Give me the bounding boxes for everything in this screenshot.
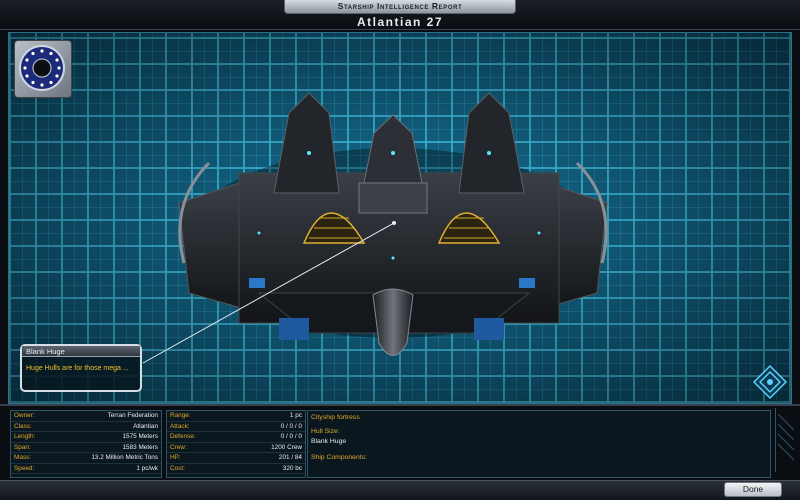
report-header: Starship Intelligence Report Atlantian 2… [0,0,800,30]
panel-corner-decoration [775,408,795,472]
stats-left-column: Owner: Terran Federation Class: Atlantian … [10,410,162,478]
rotate-view-button[interactable] [752,364,788,400]
stat-label: Crew: [170,443,187,451]
hull-size-value: Blank Huge [311,438,347,445]
stat-row: Defense: 0 / 0 / 0 [167,432,305,443]
stat-row: Owner: Terran Federation [11,411,161,422]
stat-row: Mass: 13.2 Million Metric Tons [11,453,161,464]
stat-row: Attack: 0 / 0 / 0 [167,422,305,432]
stat-row: Cost: 320 bc [167,464,305,474]
stat-label: Cost: [170,464,185,472]
stat-row: Crew: 1200 Crew [167,443,305,453]
ship-name: Atlantian 27 [356,15,443,29]
ship-info-panel: Owner: Terran Federation Class: Atlantian … [0,404,800,480]
done-button[interactable]: Done [724,482,782,497]
stat-value: 1575 Meters [122,433,158,440]
hull-size-label: Hull Size: [311,428,340,435]
stat-value: 13.2 Million Metric Tons [91,454,158,461]
ship-description: Cityship fortress Hull Size: Blank Huge … [307,410,771,478]
federation-emblem-icon [19,45,65,91]
stat-value: 0 / 0 / 0 [280,433,302,440]
stat-value: 1583 Meters [122,443,158,451]
stats-right-column: Range: 1 pc Attack: 0 / 0 / 0 Defense: 0 / … [166,410,306,478]
footer-bar [0,480,800,500]
ship-type: Cityship fortress [311,414,360,421]
stat-value: 1 pc/wk [136,464,158,472]
stat-value: Atlantian [133,422,158,430]
stat-label: Range: [170,412,191,419]
ship-components-label: Ship Components: [311,454,367,461]
stat-value: Terran Federation [107,412,158,419]
tooltip-text: Huge Hulls are for those mega ... [26,365,129,372]
stat-value: 320 bc [282,464,302,472]
stat-label: HP: [170,454,181,461]
stat-row: HP: 201 / 84 [167,453,305,464]
stat-label: Speed: [14,464,35,472]
stat-label: Length: [14,433,36,440]
corner-lines-icon [777,413,795,461]
report-title: Starship Intelligence Report [284,0,516,14]
stat-label: Defense: [170,433,196,440]
stat-value: 0 / 0 / 0 [280,422,302,430]
stat-value: 1 pc [289,412,302,419]
tooltip-title: Blank Huge [22,346,140,357]
stat-label: Class: [14,422,32,430]
stat-row: Length: 1575 Meters [11,432,161,443]
stat-row: Range: 1 pc [167,411,305,422]
component-tooltip: Blank Huge Huge Hulls are for those mega… [20,344,142,392]
rotate-view-icon [752,364,788,400]
stat-label: Owner: [14,412,35,419]
stat-row: Class: Atlantian [11,422,161,432]
stat-label: Mass: [14,454,32,461]
stat-label: Attack: [170,422,190,430]
stat-row: Speed: 1 pc/wk [11,464,161,474]
stat-value: 201 / 84 [278,454,302,461]
stat-label: Span: [14,443,31,451]
faction-emblem [14,40,72,98]
stat-value: 1200 Crew [271,443,302,451]
stat-row: Span: 1583 Meters [11,443,161,453]
